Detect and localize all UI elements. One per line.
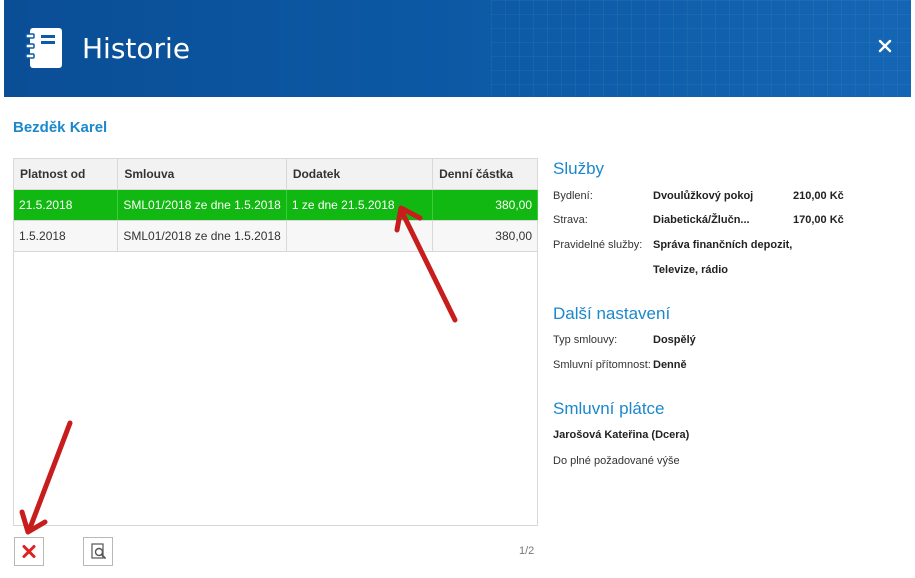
column-header-platnost-od[interactable]: Platnost od [14,159,119,190]
table-row-selected[interactable]: 21.5.2018 SML01/2018 ze dne 1.5.2018 1 z… [14,189,538,221]
cell-platnost-od[interactable]: 21.5.2018 [14,189,119,221]
value-platce-name: Jarošová Kateřina (Dcera) [553,429,690,441]
cell-smlouva[interactable]: SML01/2018 ze dne 1.5.2018 [117,189,287,221]
delete-button[interactable] [14,537,44,566]
column-header-denni-castka[interactable]: Denní částka [432,159,538,190]
cell-dodatek[interactable] [286,220,434,252]
close-icon[interactable] [877,38,893,54]
search-document-icon [91,543,106,559]
table-row[interactable]: 1.5.2018 SML01/2018 ze dne 1.5.2018 380,… [14,220,538,252]
column-header-dodatek[interactable]: Dodatek [286,159,434,190]
label-bydleni: Bydlení: [553,190,593,202]
history-table: Platnost od Smlouva Dodatek Denní částka… [14,159,538,252]
page-indicator: 1/2 [519,545,535,557]
label-strava: Strava: [553,214,588,226]
window-title: Historie [82,32,191,65]
cell-denni-castka[interactable]: 380,00 [432,220,538,252]
delete-x-icon [22,545,36,558]
section-title-sluzby: Služby [553,159,605,178]
value-smluvni-pritomnost: Denně [653,359,687,371]
cell-platnost-od[interactable]: 1.5.2018 [14,220,119,252]
section-title-dalsi-nastaveni: Další nastavení [553,304,671,323]
label-smluvni-pritomnost: Smluvní přítomnost: [553,359,651,371]
value-bydleni: Dvoulůžkový pokoj [653,190,754,202]
preview-button[interactable] [83,537,113,566]
column-header-smlouva[interactable]: Smlouva [117,159,287,190]
window-header: Historie [4,0,911,97]
notebook-icon [25,28,62,68]
cell-denni-castka[interactable]: 380,00 [432,189,538,221]
table-header-row: Platnost od Smlouva Dodatek Denní částka [14,159,538,190]
section-title-smluvni-platce: Smluvní plátce [553,399,665,418]
price-strava: 170,00 Kč [793,214,844,226]
value-platce-note: Do plné požadované výše [553,455,680,467]
label-typ-smlouvy: Typ smlouvy: [553,334,618,346]
value-pravidelne-sluzby-2: Televize, rádio [653,264,728,276]
price-bydleni: 210,00 Kč [793,190,844,202]
header-pattern [491,0,911,97]
cell-smlouva[interactable]: SML01/2018 ze dne 1.5.2018 [117,220,287,252]
cell-dodatek[interactable]: 1 ze dne 21.5.2018 [286,189,434,221]
history-grid: Platnost od Smlouva Dodatek Denní částka… [13,158,538,526]
label-pravidelne-sluzby: Pravidelné služby: [553,239,643,251]
value-typ-smlouvy: Dospělý [653,334,696,346]
value-pravidelne-sluzby-1: Správa finančních depozit, [653,239,793,251]
client-name: Bezděk Karel [13,119,108,136]
value-strava: Diabetická/Žlučn... [653,214,750,226]
